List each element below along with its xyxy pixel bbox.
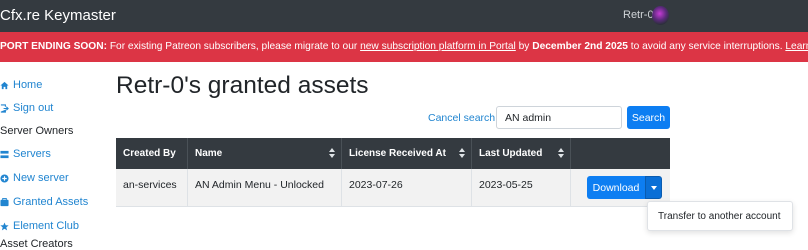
portal-link[interactable]: new subscription platform in Portal — [360, 41, 516, 52]
user-name[interactable]: Retr-0 — [623, 9, 654, 21]
section-asset-creators: Asset Creators — [0, 238, 73, 250]
cell-last-updated: 2023-05-25 — [472, 169, 571, 207]
cell-created-by: an-services — [116, 169, 188, 207]
migration-alert: PORT ENDING SOON: For existing Patreon s… — [0, 32, 808, 62]
sidebar-item-label: Granted Assets — [13, 196, 89, 208]
sidebar-item-servers[interactable]: Servers — [0, 148, 51, 160]
alert-prefix: PORT ENDING SOON: — [0, 41, 107, 52]
download-button[interactable]: Download — [587, 176, 645, 199]
download-dropdown-toggle[interactable] — [645, 176, 662, 199]
download-dropdown-menu: Transfer to another account — [647, 201, 793, 231]
sidebar-item-label: Home — [13, 79, 43, 91]
sort-icon — [329, 148, 335, 158]
user-avatar[interactable] — [652, 6, 669, 25]
sidebar-item-home[interactable]: Home — [0, 79, 42, 91]
column-license-received[interactable]: License Received At — [342, 138, 472, 169]
sidebar-item-element-club[interactable]: Element Club — [0, 220, 79, 232]
column-name[interactable]: Name — [188, 138, 342, 169]
cancel-search-link[interactable]: Cancel search — [428, 112, 495, 124]
learn-more-link[interactable]: Learn more — [785, 41, 808, 52]
sidebar-item-label: Servers — [13, 148, 51, 160]
star-icon — [0, 221, 9, 230]
sidebar: Home Sign out Server Owners Servers New … — [0, 62, 110, 250]
alert-text-3: to avoid any service interruptions. — [627, 41, 786, 52]
sidebar-item-granted-assets[interactable]: Granted Assets — [0, 196, 88, 208]
cell-name: AN Admin Menu - Unlocked — [188, 169, 342, 207]
search-input[interactable] — [496, 106, 622, 129]
sort-icon — [558, 148, 564, 158]
assets-icon — [0, 197, 9, 206]
sidebar-item-new-server[interactable]: New server — [0, 172, 69, 184]
search-button[interactable]: Search — [627, 106, 670, 129]
column-created-by[interactable]: Created By — [116, 138, 188, 169]
plus-circle-icon — [0, 173, 9, 183]
sidebar-item-label: New server — [13, 172, 69, 184]
sidebar-item-label: Sign out — [13, 102, 54, 114]
sidebar-item-signout[interactable]: Sign out — [0, 102, 53, 114]
sort-icon — [459, 148, 465, 158]
top-navbar: Cfx.re Keymaster Retr-0 — [0, 0, 808, 32]
cell-license-received: 2023-07-26 — [342, 169, 472, 207]
column-last-updated[interactable]: Last Updated — [472, 138, 571, 169]
section-server-owners: Server Owners — [0, 125, 74, 137]
home-icon — [0, 81, 9, 89]
servers-icon — [0, 150, 9, 158]
table-header: Created By Name License Received At Last… — [116, 138, 670, 169]
transfer-account-menu-item[interactable]: Transfer to another account — [658, 211, 780, 222]
alert-deadline: December 2nd 2025 — [532, 41, 628, 52]
page-title: Retr-0's granted assets — [116, 72, 369, 99]
brand-title[interactable]: Cfx.re Keymaster — [0, 7, 116, 24]
alert-text-1: For existing Patreon subscribers, please… — [106, 41, 361, 52]
sign-out-icon — [0, 103, 9, 113]
sidebar-item-label: Element Club — [13, 220, 80, 232]
alert-text-2: by — [515, 41, 533, 52]
column-actions — [571, 138, 670, 169]
